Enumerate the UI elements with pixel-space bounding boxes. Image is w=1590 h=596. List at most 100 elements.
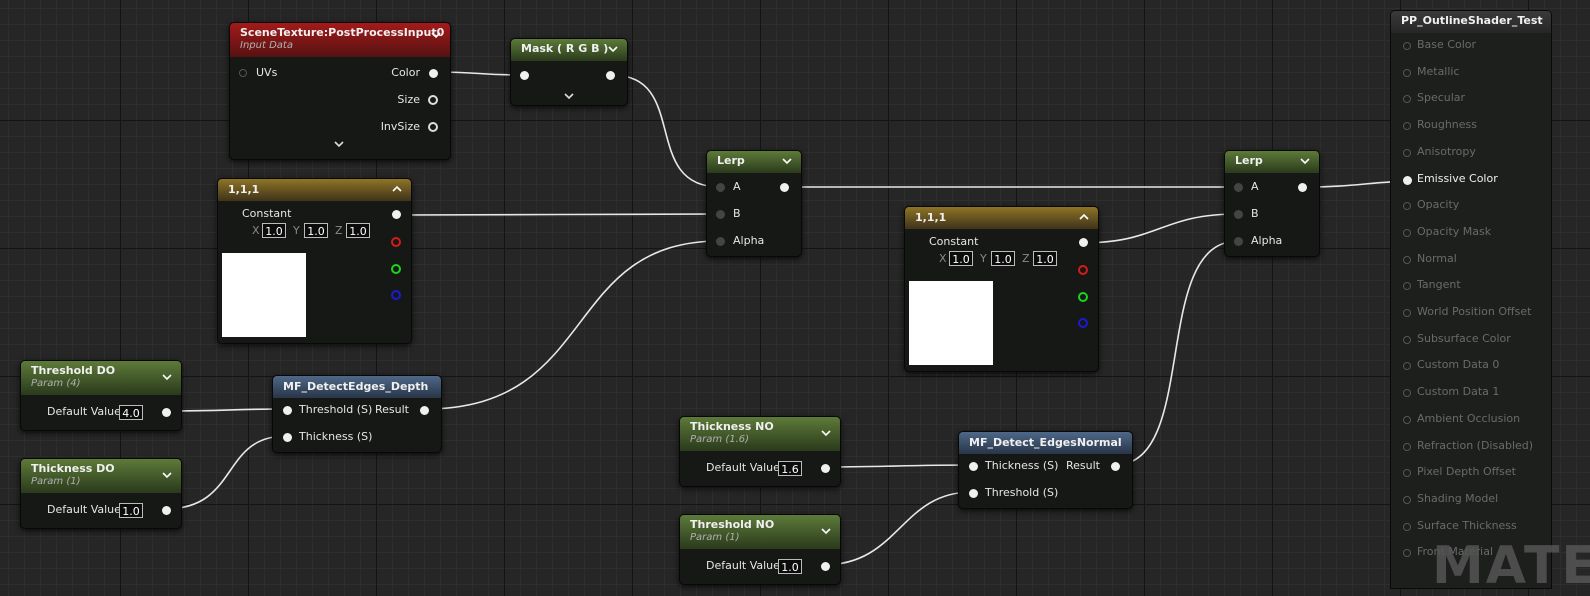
output-pin-row[interactable]: Opacity Mask — [1391, 220, 1551, 246]
output-pin-result[interactable] — [420, 406, 429, 415]
input-pin-threshold[interactable] — [969, 489, 978, 498]
chevron-down-icon[interactable] — [819, 426, 833, 440]
material-input-pin[interactable] — [1403, 122, 1411, 131]
material-input-pin[interactable] — [1403, 442, 1411, 451]
output-pin[interactable] — [821, 562, 830, 571]
material-input-pin[interactable] — [1403, 228, 1411, 237]
input-pin-a[interactable] — [716, 183, 725, 192]
material-output-header[interactable]: PP_OutlineShader_Test — [1391, 11, 1551, 33]
output-pin-rgb[interactable] — [392, 210, 401, 219]
input-pin-uvs[interactable] — [239, 69, 247, 77]
node-header[interactable]: Lerp — [1225, 151, 1319, 173]
lerp-node-2[interactable]: Lerp A B Alpha — [1224, 150, 1320, 257]
output-pin[interactable] — [162, 506, 171, 515]
y-value-input[interactable]: 1.0 — [991, 251, 1015, 266]
thickness-do-param-node[interactable]: Thickness DO Param (1) Default Value 1.0 — [20, 458, 182, 529]
node-header[interactable]: 1,1,1 — [905, 207, 1098, 229]
mask-node[interactable]: Mask ( R G B ) — [510, 38, 628, 106]
thickness-no-param-node[interactable]: Thickness NO Param (1.6) Default Value 1… — [679, 416, 841, 487]
material-input-pin[interactable] — [1403, 415, 1411, 424]
x-value-input[interactable]: 1.0 — [262, 223, 286, 238]
input-pin-a[interactable] — [1234, 183, 1243, 192]
material-input-pin[interactable] — [1403, 522, 1411, 531]
output-pin-size[interactable] — [428, 95, 438, 105]
input-pin-b[interactable] — [716, 210, 725, 219]
input-pin-threshold[interactable] — [283, 406, 292, 415]
node-header[interactable]: Threshold DO Param (4) — [21, 361, 181, 395]
output-pin-b[interactable] — [1078, 318, 1088, 328]
node-header[interactable]: MF_DetectEdges_Depth — [273, 376, 441, 398]
output-pin-color[interactable] — [429, 69, 438, 78]
output-pin[interactable] — [606, 71, 615, 80]
output-pin-row[interactable]: Tangent — [1391, 273, 1551, 299]
output-pin-row[interactable]: Pixel Depth Offset — [1391, 460, 1551, 486]
output-pin-invsize[interactable] — [428, 122, 438, 132]
output-pin[interactable] — [821, 464, 830, 473]
x-value-input[interactable]: 1.0 — [949, 251, 973, 266]
output-pin-rgb[interactable] — [1079, 238, 1088, 247]
output-pin[interactable] — [162, 408, 171, 417]
material-input-pin[interactable] — [1403, 495, 1411, 504]
chevron-down-icon[interactable] — [819, 524, 833, 538]
material-input-pin[interactable] — [1403, 309, 1411, 317]
output-pin[interactable] — [780, 183, 789, 192]
chevron-down-icon[interactable] — [160, 370, 174, 384]
output-pin-row[interactable]: Normal — [1391, 247, 1551, 273]
material-input-pin[interactable] — [1403, 335, 1411, 344]
material-input-pin[interactable] — [1403, 282, 1411, 291]
output-pin-row[interactable]: Custom Data 1 — [1391, 380, 1551, 406]
output-pin[interactable] — [1298, 183, 1307, 192]
constant-node-2[interactable]: 1,1,1 Constant X 1.0 Y 1.0 Z 1.0 — [904, 206, 1099, 372]
node-header[interactable]: SceneTexture:PostProcessInput0 Input Dat… — [230, 23, 450, 57]
material-input-pin[interactable] — [1403, 389, 1411, 398]
output-pin-row[interactable]: Base Color — [1391, 33, 1551, 59]
output-pin-r[interactable] — [391, 237, 401, 247]
scene-texture-node[interactable]: SceneTexture:PostProcessInput0 Input Dat… — [229, 22, 451, 160]
output-pin-row[interactable]: Ambient Occlusion — [1391, 407, 1551, 433]
chevron-down-icon[interactable] — [780, 154, 794, 168]
output-pin-row[interactable]: Anisotropy — [1391, 140, 1551, 166]
material-input-pin[interactable] — [1403, 175, 1412, 185]
output-pin-result[interactable] — [1111, 462, 1120, 471]
input-pin-alpha[interactable] — [716, 237, 725, 246]
output-pin-row[interactable]: Specular — [1391, 86, 1551, 112]
input-pin-thickness[interactable] — [283, 433, 292, 442]
material-output-node[interactable]: PP_OutlineShader_Test Base Color Metallic… — [1390, 10, 1552, 589]
material-input-pin[interactable] — [1403, 95, 1411, 104]
chevron-down-icon[interactable] — [160, 468, 174, 482]
material-input-pin[interactable] — [1403, 202, 1411, 211]
input-pin[interactable] — [520, 71, 529, 80]
chevron-up-icon[interactable] — [390, 182, 404, 196]
threshold-do-param-node[interactable]: Threshold DO Param (4) Default Value 4.0 — [20, 360, 182, 431]
expand-advanced-chevron-icon[interactable] — [332, 139, 346, 154]
detect-edges-depth-node[interactable]: MF_DetectEdges_Depth Threshold (S) Resul… — [272, 375, 442, 453]
output-pin-row[interactable]: Refraction (Disabled) — [1391, 434, 1551, 460]
input-pin-alpha[interactable] — [1234, 237, 1243, 246]
node-header[interactable]: Threshold NO Param (1) — [680, 515, 840, 549]
material-input-pin[interactable] — [1403, 549, 1411, 558]
node-header[interactable]: 1,1,1 — [218, 179, 411, 201]
output-pin-row[interactable]: Opacity — [1391, 193, 1551, 219]
chevron-down-icon[interactable] — [429, 28, 443, 42]
output-pin-row[interactable]: Emissive Color — [1391, 167, 1551, 193]
input-pin-b[interactable] — [1234, 210, 1243, 219]
lerp-node-1[interactable]: Lerp A B Alpha — [706, 150, 802, 257]
node-header[interactable]: Lerp — [707, 151, 801, 173]
output-pin-row[interactable]: Roughness — [1391, 113, 1551, 139]
node-header[interactable]: Thickness DO Param (1) — [21, 459, 181, 493]
output-pin-row[interactable]: Subsurface Color — [1391, 327, 1551, 353]
node-header[interactable]: MF_Detect_EdgesNormal — [959, 432, 1132, 454]
chevron-down-icon[interactable] — [606, 42, 620, 56]
material-input-pin[interactable] — [1403, 148, 1411, 157]
output-pin-g[interactable] — [1078, 292, 1088, 302]
default-value-input[interactable]: 1.6 — [778, 461, 802, 476]
z-value-input[interactable]: 1.0 — [1033, 251, 1057, 266]
material-input-pin[interactable] — [1403, 255, 1411, 264]
output-pin-b[interactable] — [391, 290, 401, 300]
expand-chevron-icon[interactable] — [562, 91, 576, 106]
material-input-pin[interactable] — [1403, 469, 1411, 478]
detect-edges-normal-node[interactable]: MF_Detect_EdgesNormal Thickness (S) Resu… — [958, 431, 1133, 509]
node-header[interactable]: Thickness NO Param (1.6) — [680, 417, 840, 451]
chevron-down-icon[interactable] — [1298, 154, 1312, 168]
output-pin-row[interactable]: Metallic — [1391, 60, 1551, 86]
